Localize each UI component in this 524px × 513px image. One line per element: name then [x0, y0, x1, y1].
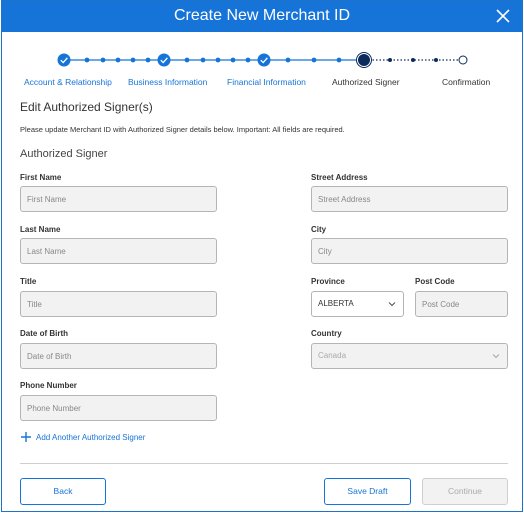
street-address-field[interactable]: [311, 186, 508, 212]
step-marker-complete-2[interactable]: [157, 53, 171, 67]
street-address-label: Street Address: [311, 173, 368, 182]
step-marker-upcoming: [458, 55, 468, 65]
back-button[interactable]: Back: [20, 478, 106, 505]
plus-icon: [21, 432, 31, 442]
step-label-business[interactable]: Business Information: [128, 77, 207, 87]
country-value: Canada: [318, 351, 347, 360]
subsection-title: Authorized Signer: [20, 148, 108, 160]
instructions-text: Please update Merchant ID with Authorize…: [20, 125, 345, 134]
phone-label: Phone Number: [20, 381, 77, 390]
title-field[interactable]: [20, 291, 217, 317]
step-label-financial[interactable]: Financial Information: [227, 77, 306, 87]
country-label: Country: [311, 329, 342, 338]
phone-field[interactable]: [20, 395, 217, 421]
modal-header: Create New Merchant ID: [2, 1, 522, 32]
chevron-down-icon: [492, 354, 500, 359]
step-label-account[interactable]: Account & Relationship: [24, 77, 112, 87]
step-label-confirmation: Confirmation: [442, 77, 491, 87]
province-value: ALBERTA: [318, 299, 354, 308]
title-label: Title: [20, 277, 37, 286]
footer-divider: [20, 463, 508, 464]
progress-stepper: Account & Relationship Business Informat…: [2, 31, 524, 91]
last-name-field[interactable]: [20, 238, 217, 264]
post-code-label: Post Code: [415, 277, 455, 286]
close-icon[interactable]: [494, 7, 512, 25]
first-name-field[interactable]: [20, 186, 217, 212]
section-title: Edit Authorized Signer(s): [20, 100, 153, 114]
chevron-down-icon: [388, 302, 396, 307]
city-field[interactable]: [311, 238, 508, 264]
post-code-field[interactable]: [415, 291, 508, 317]
continue-button: Continue: [422, 478, 508, 505]
step-marker-complete-1[interactable]: [57, 53, 71, 67]
stepper-track: [57, 52, 468, 68]
first-name-label: First Name: [20, 173, 62, 182]
last-name-label: Last Name: [20, 225, 61, 234]
province-select[interactable]: ALBERTA: [311, 291, 404, 317]
modal-title: Create New Merchant ID: [173, 7, 351, 24]
step-label-authorized-signer: Authorized Signer: [332, 77, 400, 87]
save-draft-button[interactable]: Save Draft: [324, 478, 411, 505]
step-marker-complete-3[interactable]: [257, 53, 271, 67]
province-label: Province: [311, 277, 345, 286]
step-marker-active: [356, 52, 372, 68]
create-merchant-modal: Create New Merchant ID Account & Relatio…: [1, 0, 523, 512]
dob-label: Date of Birth: [20, 329, 68, 338]
add-authorized-signer-link[interactable]: Add Another Authorized Signer: [20, 432, 145, 444]
dob-field[interactable]: [20, 343, 217, 369]
add-authorized-signer-label: Add Another Authorized Signer: [36, 433, 146, 443]
country-select: Canada: [311, 343, 508, 369]
city-label: City: [311, 225, 327, 234]
